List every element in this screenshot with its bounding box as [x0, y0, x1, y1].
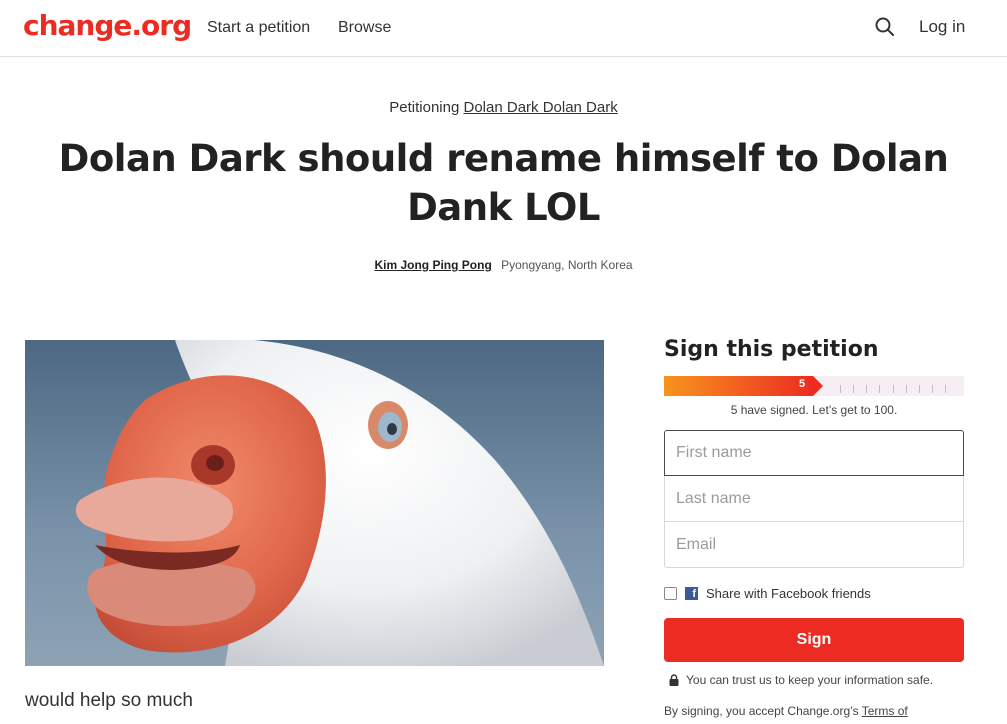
- facebook-icon: f: [685, 586, 698, 600]
- site-header: change.org Start a petition Browse Log i…: [0, 0, 1007, 57]
- petitioning-line: Petitioning Dolan Dark Dolan Dark: [0, 99, 1007, 116]
- share-facebook-checkbox[interactable]: [664, 586, 677, 600]
- progress-count: 5: [799, 378, 806, 390]
- petition-description: would help so much: [25, 690, 193, 711]
- login-link[interactable]: Log in: [919, 17, 965, 37]
- petition-target-link[interactable]: Dolan Dark Dolan Dark: [464, 99, 618, 116]
- author-row: Kim Jong Ping Pong Pyongyang, North Kore…: [0, 258, 1007, 272]
- sign-button[interactable]: Sign: [664, 618, 964, 662]
- share-facebook-row: f Share with Facebook friends: [664, 584, 871, 602]
- progress-fill: [664, 376, 813, 396]
- progress-arrow: [813, 376, 823, 396]
- nav-browse[interactable]: Browse: [338, 19, 391, 37]
- petitioning-prefix: Petitioning: [389, 99, 460, 116]
- author-link[interactable]: Kim Jong Ping Pong: [374, 258, 491, 272]
- progress-tick: [932, 385, 933, 393]
- petition-image: [25, 340, 604, 666]
- terms-link[interactable]: Terms of: [862, 704, 908, 718]
- terms-text: By signing, you accept Change.org’s Term…: [664, 704, 908, 718]
- signed-count-text: 5 have signed. Let’s get to 100.: [730, 403, 898, 417]
- trust-row: You can trust us to keep your informatio…: [668, 673, 933, 687]
- signature-progress-bar: 5: [664, 376, 964, 396]
- progress-tick: [945, 385, 946, 393]
- petition-title: Dolan Dark should rename himself to Dola…: [58, 137, 949, 229]
- terms-prefix: By signing, you accept Change.org’s: [664, 704, 859, 718]
- email-field[interactable]: [664, 522, 964, 568]
- progress-tick: [906, 385, 907, 393]
- author-location: Pyongyang, North Korea: [501, 258, 633, 272]
- progress-tick: [840, 385, 841, 393]
- progress-tick: [919, 385, 920, 393]
- search-icon[interactable]: [874, 16, 896, 38]
- nav-start-petition[interactable]: Start a petition: [207, 19, 310, 37]
- lock-icon: [669, 674, 679, 686]
- progress-tick: [879, 385, 880, 393]
- share-facebook-label: Share with Facebook friends: [706, 585, 871, 601]
- progress-tick: [853, 385, 854, 393]
- first-name-field[interactable]: [664, 430, 964, 476]
- sign-form: [664, 430, 964, 569]
- progress-tick: [866, 385, 867, 393]
- sign-petition-heading: Sign this petition: [664, 337, 879, 362]
- last-name-field[interactable]: [664, 476, 964, 522]
- progress-tick: [893, 385, 894, 393]
- trust-text: You can trust us to keep your informatio…: [686, 673, 934, 687]
- change-org-logo[interactable]: change.org: [23, 9, 192, 42]
